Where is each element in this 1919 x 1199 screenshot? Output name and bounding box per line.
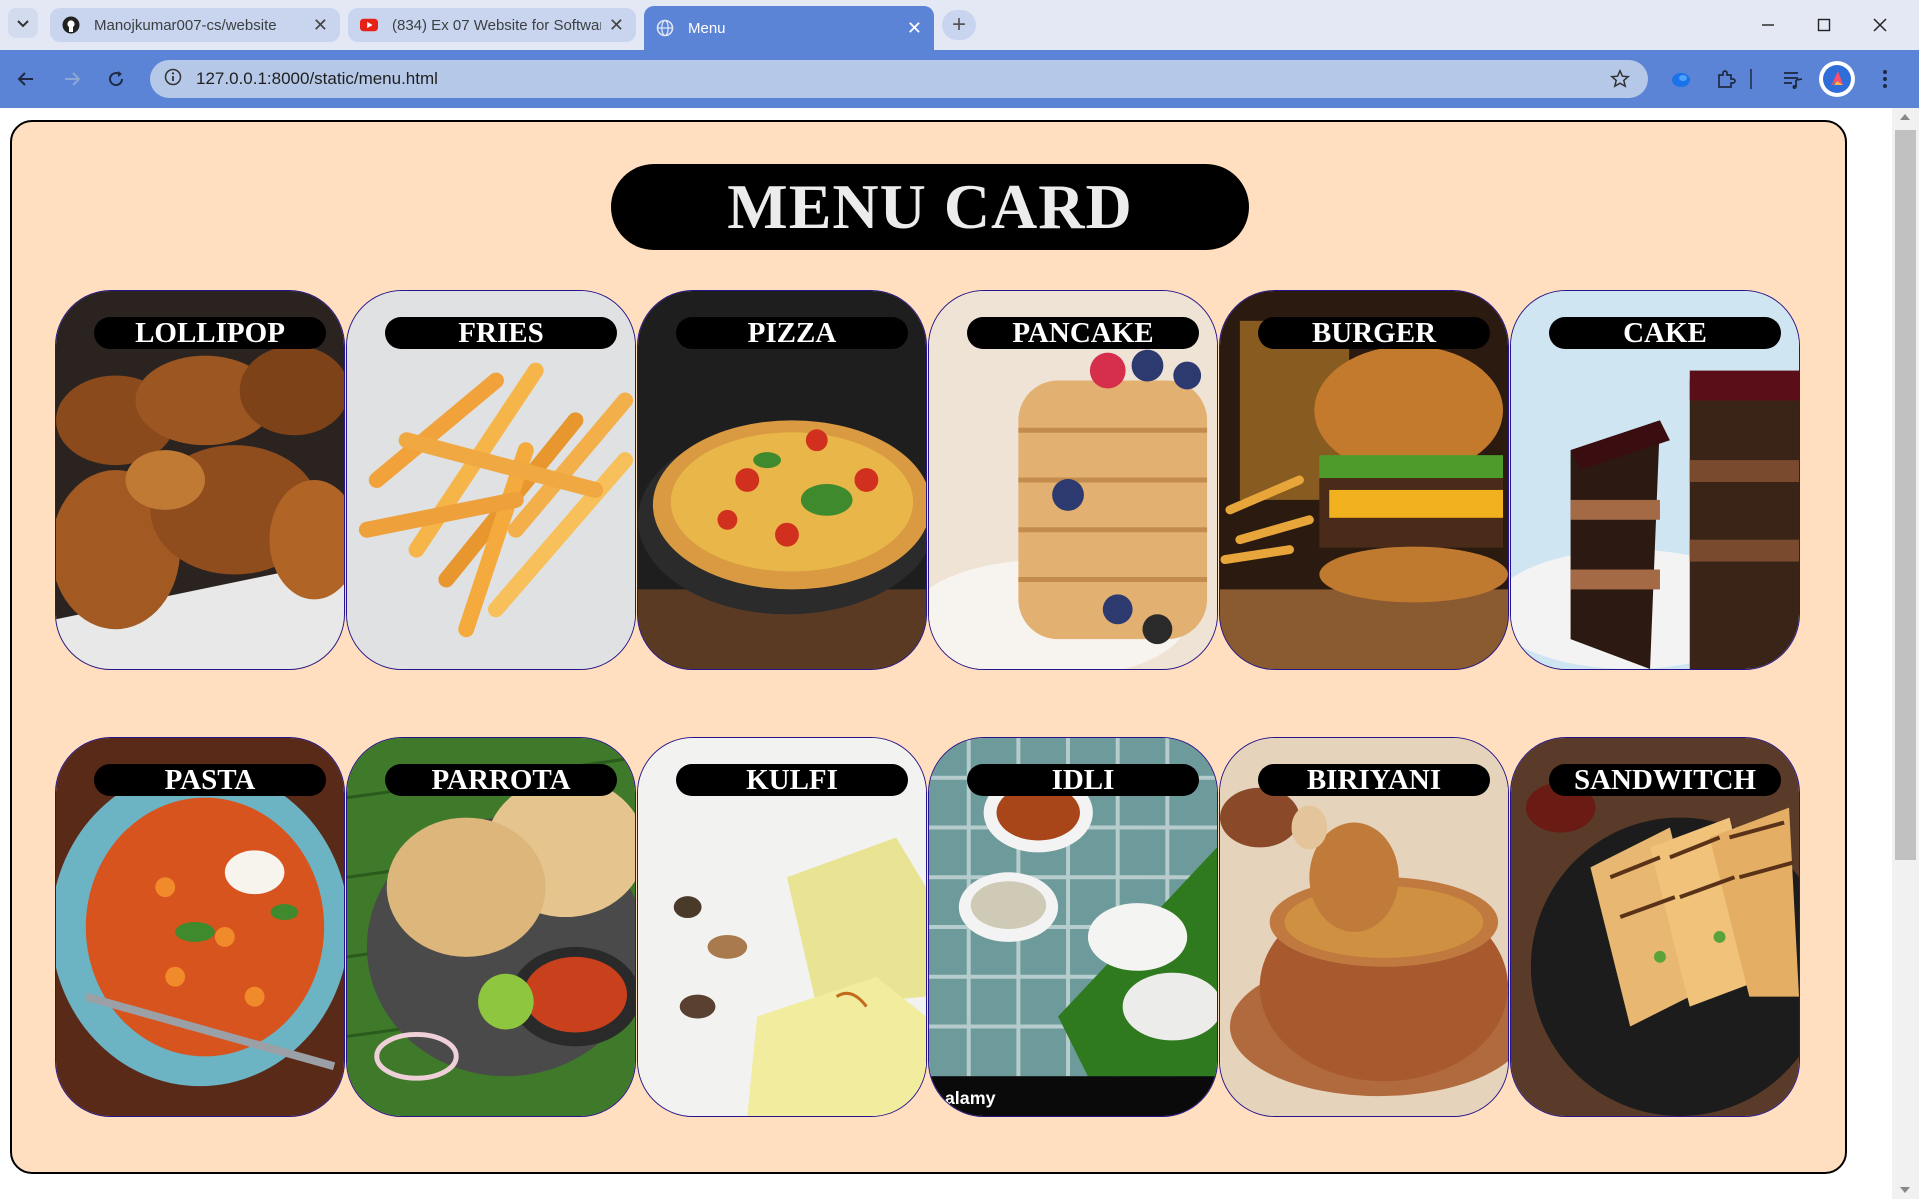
chevron-down-icon — [17, 20, 29, 28]
url-text[interactable]: 127.0.0.1:8000/static/menu.html — [196, 69, 438, 89]
menu-card-label: PANCAKE — [967, 317, 1199, 349]
maximize-icon[interactable] — [1796, 0, 1852, 50]
close-icon[interactable] — [1852, 0, 1908, 50]
profile-avatar-icon[interactable] — [1819, 61, 1855, 97]
menu-card-cake[interactable]: CAKE — [1510, 290, 1800, 670]
menu-card-label: PARROTA — [385, 764, 617, 796]
page-title: MENU CARD — [727, 171, 1133, 242]
media-controls-icon[interactable] — [1778, 64, 1808, 94]
menu-title: MENU CARD — [611, 164, 1249, 250]
more-menu-icon[interactable] — [1870, 64, 1900, 94]
close-tab-icon[interactable]: ✕ — [609, 15, 624, 36]
menu-card-label: KULFI — [676, 764, 908, 796]
extension-blob-icon[interactable] — [1666, 64, 1696, 94]
menu-card-label: LOLLIPOP — [94, 317, 326, 349]
menu-card-pancake[interactable]: PANCAKE — [928, 290, 1218, 670]
menu-card-label: FRIES — [385, 317, 617, 349]
tab-title: (834) Ex 07 Website for Softwar — [392, 16, 601, 34]
tab-menu[interactable]: Menu ✕ — [644, 6, 934, 50]
back-icon[interactable] — [9, 62, 43, 96]
github-icon — [62, 16, 80, 34]
new-tab-button[interactable]: + — [942, 10, 976, 40]
extensions-puzzle-icon[interactable] — [1711, 64, 1741, 94]
menu-card-sandwitch[interactable]: SANDWITCH — [1510, 737, 1800, 1117]
menu-card-label: PASTA — [94, 764, 326, 796]
close-tab-icon[interactable]: ✕ — [313, 15, 328, 36]
browser-toolbar: 127.0.0.1:8000/static/menu.html — [0, 50, 1919, 108]
close-tab-icon[interactable]: ✕ — [907, 18, 922, 39]
tab-github[interactable]: Manojkumar007-cs/website ✕ — [50, 8, 340, 42]
menu-card-label: IDLI — [967, 764, 1199, 796]
menu-card-fries[interactable]: FRIES — [346, 290, 636, 670]
bookmark-star-icon[interactable] — [1609, 68, 1631, 94]
vertical-scrollbar[interactable] — [1892, 108, 1919, 1199]
menu-card-kulfi[interactable]: KULFI — [637, 737, 927, 1117]
address-bar[interactable]: 127.0.0.1:8000/static/menu.html — [150, 60, 1648, 98]
scrollbar-thumb[interactable] — [1895, 130, 1916, 860]
forward-icon[interactable] — [55, 62, 89, 96]
menu-card-label: BURGER — [1258, 317, 1490, 349]
tab-youtube[interactable]: (834) Ex 07 Website for Softwar ✕ — [348, 8, 636, 42]
menu-card-burger[interactable]: BURGER — [1219, 290, 1509, 670]
menu-card-label: BIRIYANI — [1258, 764, 1490, 796]
tab-strip: Manojkumar007-cs/website ✕ (834) Ex 07 W… — [0, 0, 1919, 50]
youtube-icon — [360, 16, 378, 34]
watermark-text: alamy — [945, 1088, 996, 1108]
reload-icon[interactable] — [99, 62, 133, 96]
minimize-icon[interactable] — [1740, 0, 1796, 50]
menu-card-pizza[interactable]: PIZZA — [637, 290, 927, 670]
scroll-up-arrow-icon[interactable] — [1900, 114, 1910, 120]
toolbar-divider — [1746, 64, 1756, 94]
site-info-icon[interactable] — [164, 68, 182, 91]
menu-card-lollipop[interactable]: LOLLIPOP — [55, 290, 345, 670]
tab-title: Menu — [688, 19, 726, 37]
menu-card-label: PIZZA — [676, 317, 908, 349]
menu-card-label: SANDWITCH — [1549, 764, 1781, 796]
tab-title: Manojkumar007-cs/website — [94, 16, 277, 34]
globe-icon — [656, 19, 674, 37]
menu-card-idli[interactable]: alamy IDLI — [928, 737, 1218, 1117]
menu-card-parrota[interactable]: PARROTA — [346, 737, 636, 1117]
menu-card-label: CAKE — [1549, 317, 1781, 349]
menu-card-pasta[interactable]: PASTA — [55, 737, 345, 1117]
menu-card-biriyani[interactable]: BIRIYANI — [1219, 737, 1509, 1117]
tab-search-button[interactable] — [8, 8, 38, 38]
scroll-down-arrow-icon[interactable] — [1900, 1187, 1910, 1193]
